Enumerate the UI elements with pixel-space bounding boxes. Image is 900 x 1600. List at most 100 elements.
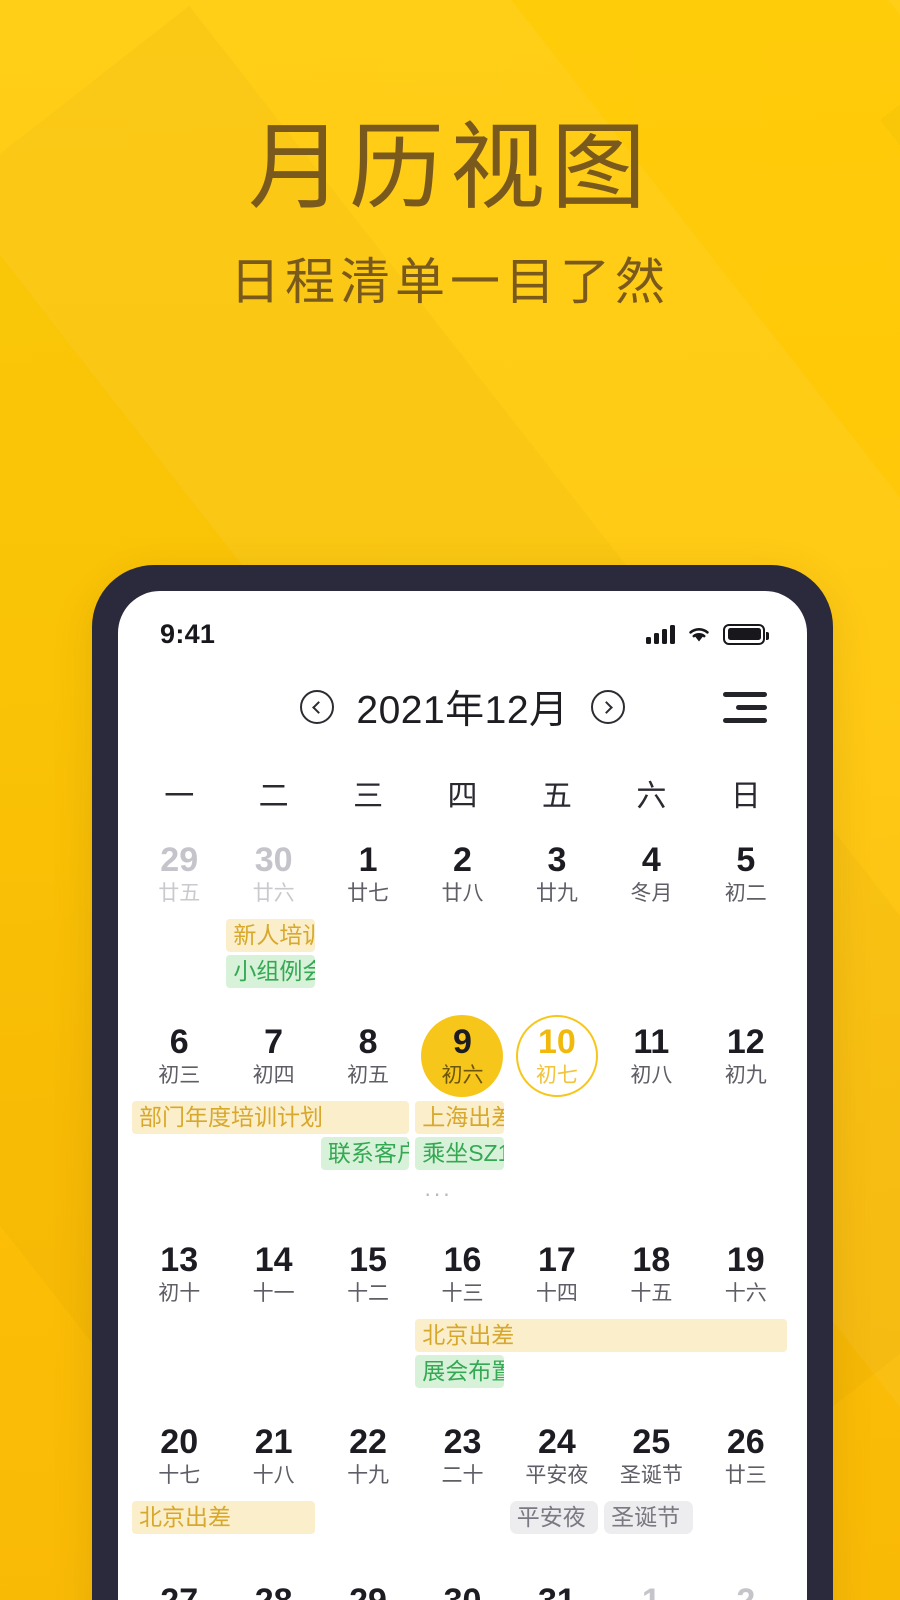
day-number: 10 [538, 1023, 576, 1062]
day-number: 13 [160, 1241, 199, 1280]
day-circle: 11 初八 [610, 1015, 692, 1097]
event-bar[interactable]: 乘坐SZ1 [415, 1137, 504, 1170]
event-bar[interactable]: 上海出差 [415, 1101, 504, 1134]
day-circle: 12 初九 [705, 1015, 787, 1097]
calendar-day-cell[interactable]: 29 廿五 [132, 815, 226, 915]
chevron-right-circle-icon[interactable] [590, 690, 625, 724]
calendar-day-cell[interactable]: 2 [699, 1543, 793, 1600]
weekday-label-0: 一 [164, 780, 195, 813]
day-number: 19 [726, 1241, 765, 1280]
day-circle: 8 初五 [327, 1015, 409, 1097]
event-overflow-indicator[interactable]: ... [425, 1177, 453, 1200]
calendar-day-cell[interactable]: 31 [510, 1543, 604, 1600]
day-circle: 7 初四 [233, 1015, 315, 1097]
calendar-day-cell[interactable]: 25 圣诞节 [604, 1397, 698, 1497]
hamburger-menu-icon[interactable] [721, 686, 769, 729]
calendar-day-cell[interactable]: 3 廿九 [510, 815, 604, 915]
calendar-day-cell[interactable]: 13 初十 [132, 1215, 226, 1315]
calendar-day-row: 27 28 29 30 31 1 2 [132, 1543, 793, 1600]
day-number: 22 [349, 1423, 387, 1462]
calendar-day-cell[interactable]: 4 冬月 [604, 815, 698, 915]
event-bar[interactable]: 北京出差 [415, 1319, 788, 1352]
day-circle: 9 初六 [421, 1015, 504, 1097]
calendar-day-cell[interactable]: 29 [321, 1543, 415, 1600]
calendar-day-cell[interactable]: 28 [226, 1543, 320, 1600]
calendar-day-cell[interactable]: 30 廿六 [226, 815, 320, 915]
status-bar: 9:41 [118, 591, 807, 661]
calendar-day-cell[interactable]: 9 初六 [415, 997, 509, 1097]
chevron-left-circle-icon[interactable] [300, 690, 335, 724]
calendar-day-cell[interactable]: 20 十七 [132, 1397, 226, 1497]
calendar-day-cell[interactable]: 5 初二 [699, 815, 793, 915]
poster-title: 月历视图 [247, 115, 652, 221]
event-layer: 北京出差 展会布置 [132, 1319, 793, 1391]
day-lunar-label: 廿八 [441, 881, 484, 905]
day-lunar-label: 十一 [252, 1281, 295, 1305]
calendar-day-row: 13 初十 14 十一 15 十二 16 十三 17 十四 18 十五 19 十六 [132, 1215, 793, 1315]
calendar-day-cell[interactable]: 26 廿三 [699, 1397, 793, 1497]
day-number: 8 [358, 1023, 378, 1062]
calendar-week-row: 27 28 29 30 31 1 2 [132, 1543, 793, 1600]
day-number: 6 [169, 1023, 189, 1062]
day-number: 30 [444, 1583, 482, 1600]
weekday-header: 一二三四五六日 [118, 753, 807, 815]
day-number: 27 [160, 1583, 198, 1600]
month-label[interactable]: 2021年12月 [356, 679, 568, 735]
calendar-day-cell[interactable]: 23 二十 [415, 1397, 509, 1497]
phone-mockup: 9:41 2021年12月 一 二 三 四 五 六 日 29 廿五 30 廿六 … [92, 565, 833, 1600]
calendar-day-cell[interactable]: 19 十六 [699, 1215, 793, 1315]
day-number: 20 [160, 1423, 199, 1462]
calendar-day-cell[interactable]: 8 初五 [321, 997, 415, 1097]
calendar-day-cell[interactable]: 21 十八 [226, 1397, 320, 1497]
calendar-day-cell[interactable]: 1 廿七 [321, 815, 415, 915]
calendar-day-cell[interactable]: 22 十九 [321, 1397, 415, 1497]
calendar-day-cell[interactable]: 15 十二 [321, 1215, 415, 1315]
day-lunar-label: 十九 [347, 1463, 390, 1487]
day-lunar-label: 十二 [347, 1281, 390, 1305]
calendar-day-cell[interactable]: 16 十三 [415, 1215, 509, 1315]
day-lunar-label: 十七 [158, 1463, 201, 1487]
wifi-icon [686, 624, 712, 644]
calendar-day-cell[interactable]: 7 初四 [226, 997, 320, 1097]
day-number: 2 [736, 1583, 755, 1600]
event-bar[interactable]: 小组例会 [226, 955, 315, 988]
day-lunar-label: 廿六 [252, 881, 295, 905]
event-layer: 新人培训 小组例会 [132, 919, 793, 991]
event-bar[interactable]: 展会布置 [415, 1355, 504, 1388]
calendar-day-row: 20 十七 21 十八 22 十九 23 二十 24 平安夜 25 圣诞节 26 廿三 [132, 1397, 793, 1497]
calendar-day-cell[interactable]: 14 十一 [226, 1215, 320, 1315]
day-number: 17 [538, 1241, 576, 1280]
day-lunar-label: 十五 [630, 1281, 673, 1305]
day-lunar-label: 初六 [441, 1063, 484, 1087]
day-circle: 21 十八 [233, 1415, 315, 1497]
weekday-label-6: 日 [730, 780, 761, 813]
calendar-day-cell[interactable]: 30 [415, 1543, 509, 1600]
event-bar[interactable]: 联系客户 [320, 1137, 410, 1170]
calendar-day-cell[interactable]: 24 平安夜 [510, 1397, 604, 1497]
day-lunar-label: 二十 [441, 1463, 484, 1487]
event-bar[interactable]: 圣诞节 [604, 1501, 693, 1534]
poster-subtitle: 日程清单一目了然 [230, 253, 670, 310]
calendar-day-cell[interactable]: 17 十四 [510, 1215, 604, 1315]
day-lunar-label: 十三 [441, 1281, 484, 1305]
calendar-day-cell[interactable]: 6 初三 [132, 997, 226, 1097]
calendar-day-cell[interactable]: 12 初九 [699, 997, 793, 1097]
day-lunar-label: 廿七 [347, 881, 390, 905]
day-lunar-label: 十八 [252, 1463, 295, 1487]
day-lunar-label: 初十 [158, 1281, 201, 1305]
calendar-day-cell[interactable]: 27 [132, 1543, 226, 1600]
day-lunar-label: 圣诞节 [619, 1463, 683, 1487]
calendar-day-cell[interactable]: 2 廿八 [415, 815, 509, 915]
day-circle: 28 [233, 1561, 315, 1600]
day-number: 11 [633, 1023, 670, 1062]
event-bar[interactable]: 部门年度培训计划 [132, 1101, 410, 1134]
event-bar[interactable]: 新人培训 [226, 919, 315, 952]
calendar-day-cell[interactable]: 11 初八 [604, 997, 698, 1097]
calendar-day-cell[interactable]: 10 初七 [510, 997, 604, 1097]
calendar-day-cell[interactable]: 18 十五 [604, 1215, 698, 1315]
event-bar[interactable]: 北京出差 [132, 1501, 315, 1534]
day-circle: 19 十六 [705, 1233, 787, 1315]
event-bar[interactable]: 平安夜 [509, 1501, 599, 1534]
calendar-day-cell[interactable]: 1 [604, 1543, 698, 1600]
day-circle: 1 廿七 [327, 833, 409, 915]
